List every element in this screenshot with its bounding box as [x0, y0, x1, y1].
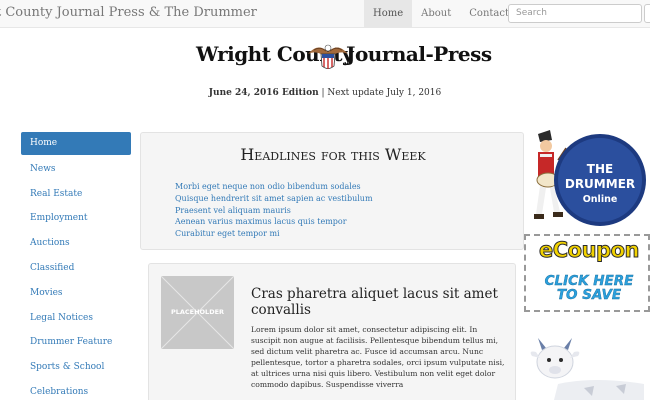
edition-line: June 24, 2016 Edition | Next update July…: [0, 88, 650, 98]
headlines-list: Morbi eget neque non odio bibendum sodal…: [175, 181, 373, 240]
drummer-line-3: Online: [582, 194, 618, 205]
sidebar-item-movies[interactable]: Movies: [21, 281, 131, 306]
headline-link[interactable]: Praesent vel aliquam mauris: [175, 205, 373, 217]
search-input[interactable]: Search: [508, 4, 642, 23]
placeholder-image: PLACEHOLDER: [161, 276, 234, 349]
goat-mascot-icon: [530, 338, 644, 400]
ecoupon-ad[interactable]: eCoupon CLICK HERE TO SAVE: [524, 234, 650, 314]
article-title[interactable]: Cras pharetra aliquet lacus sit amet con…: [251, 286, 501, 318]
sidebar-item-legal-notices[interactable]: Legal Notices: [21, 306, 131, 331]
article-card: PLACEHOLDER Cras pharetra aliquet lacus …: [148, 263, 516, 400]
coupon-cta: CLICK HERE TO SAVE: [526, 274, 650, 302]
nav-home-link[interactable]: Home: [364, 0, 413, 28]
sidebar-nav: Home News Real Estate Employment Auction…: [21, 132, 131, 400]
masthead-logo[interactable]: Wright County Journal-Press: [196, 40, 492, 80]
coupon-cta-line-1: CLICK HERE: [544, 273, 634, 289]
article-body: Lorem ipsum dolor sit amet, consectetur …: [251, 325, 505, 389]
coupon-cta-line-2: TO SAVE: [556, 287, 622, 303]
sidebar-item-employment[interactable]: Employment: [21, 206, 131, 231]
headline-link[interactable]: Aenean varius maximus lacus quis tempor: [175, 216, 373, 228]
sidebar-item-classified[interactable]: Classified: [21, 256, 131, 281]
drummer-online-ad[interactable]: THE DRUMMER Online: [526, 126, 650, 230]
sidebar-item-sports-school[interactable]: Sports & School: [21, 355, 131, 380]
nav-about-link[interactable]: About: [412, 0, 460, 28]
headlines-title: Headlines for this Week: [240, 145, 426, 164]
drummer-badge: THE DRUMMER Online: [554, 134, 646, 226]
drummer-badge-text: THE DRUMMER Online: [558, 162, 642, 207]
sidebar-item-news[interactable]: News: [21, 157, 131, 182]
site-brand[interactable]: t County Journal Press & The Drummer: [0, 5, 257, 20]
top-navbar: t County Journal Press & The Drummer Hom…: [0, 0, 650, 28]
placeholder-label: PLACEHOLDER: [170, 308, 225, 316]
next-update: | Next update July 1, 2016: [318, 88, 442, 98]
coupon-title: eCoupon: [539, 238, 640, 263]
sidebar-item-auctions[interactable]: Auctions: [21, 231, 131, 256]
sidebar-item-celebrations[interactable]: Celebrations: [21, 380, 131, 400]
sidebar-item-home[interactable]: Home: [21, 132, 131, 155]
search-button[interactable]: [644, 4, 650, 23]
edition-date: June 24, 2016 Edition: [208, 88, 319, 98]
headlines-panel: Headlines for this Week Morbi eget neque…: [140, 132, 524, 250]
headline-link[interactable]: Curabitur eget tempor mi: [175, 228, 373, 240]
sidebar-item-drummer-feature[interactable]: Drummer Feature: [21, 330, 131, 355]
headline-link[interactable]: Quisque hendrerit sit amet sapien ac ves…: [175, 193, 373, 205]
masthead-title-right: Journal-Press: [346, 42, 492, 66]
headline-link[interactable]: Morbi eget neque non odio bibendum sodal…: [175, 181, 373, 193]
eagle-emblem-icon: [308, 44, 348, 69]
nav-links: Home About Contact: [364, 0, 518, 28]
sidebar-item-real-estate[interactable]: Real Estate: [21, 182, 131, 207]
goat-mascot-ad[interactable]: [524, 326, 650, 400]
drummer-line-2: DRUMMER: [564, 177, 636, 191]
drummer-line-1: THE: [586, 162, 614, 176]
